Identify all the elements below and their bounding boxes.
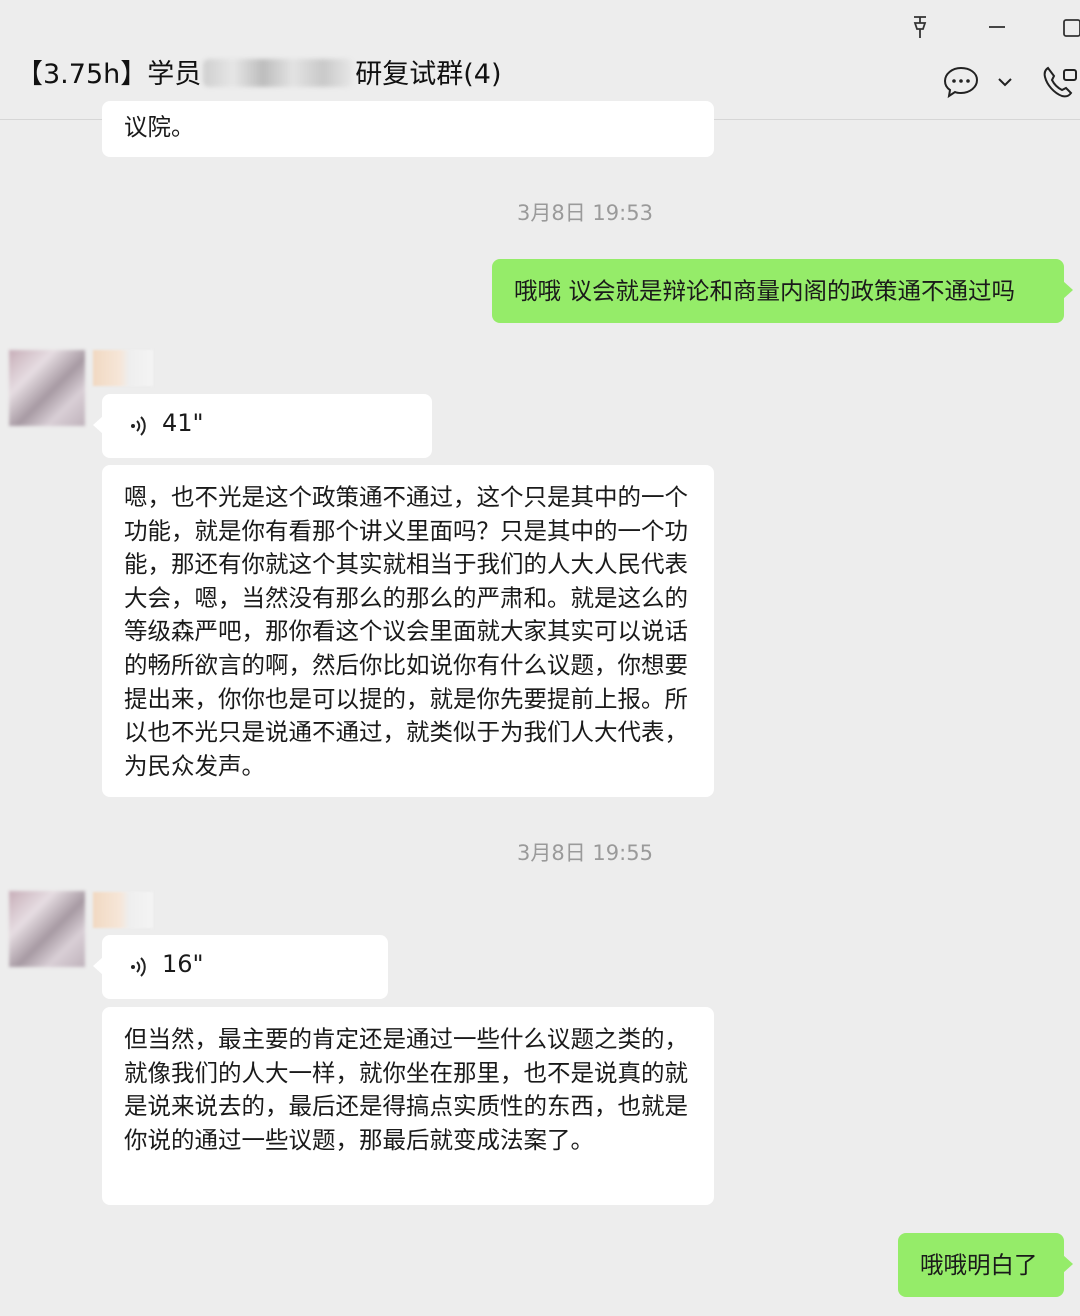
message-text: 但当然，最主要的肯定还是通过一些什么议题之类的，就像我们的人大一样，就你坐在那里… (124, 1025, 688, 1154)
message-text: 嗯，也不光是这个政策通不通过，这个只是其中的一个功能，就是你有看那个讲义里面吗？… (124, 483, 688, 780)
voice-duration: 16" (162, 950, 204, 978)
voice-message-bubble[interactable]: 41" (93, 394, 432, 458)
sender-name-blurred (93, 892, 153, 928)
blurred-name (203, 59, 354, 87)
maximize-icon[interactable] (1056, 12, 1080, 42)
voice-duration: 41" (162, 409, 204, 437)
avatar[interactable] (9, 350, 85, 426)
timestamp: 3月8日 19:55 (517, 841, 653, 865)
avatar[interactable] (9, 891, 85, 967)
video-call-icon[interactable] (1040, 62, 1080, 102)
chat-history[interactable]: 议院。 3月8日 19:53 哦哦 议会就是辩论和商量内阁的政策通不通过吗 41… (0, 101, 1080, 1316)
voice-wave-icon (128, 414, 152, 438)
received-message-bubble[interactable]: 嗯，也不光是这个政策通不通过，这个只是其中的一个功能，就是你有看那个讲义里面吗？… (102, 465, 714, 797)
chat-title: 【3.75h】学员 研复试群(4) (16, 52, 501, 91)
chat-title-suffix: 研复试群(4) (355, 59, 502, 90)
message-text: 哦哦 议会就是辩论和商量内阁的政策通不通过吗 (514, 277, 1015, 305)
sent-message-bubble[interactable]: 哦哦明白了 (898, 1233, 1073, 1297)
voice-wave-icon (128, 955, 152, 979)
message-bubble-partial[interactable]: 议院。 (102, 101, 714, 157)
message-text: 哦哦明白了 (920, 1251, 1038, 1279)
voice-message-bubble[interactable]: 16" (93, 935, 388, 999)
message-text: 议院。 (124, 113, 195, 141)
pin-icon[interactable] (905, 12, 935, 42)
chevron-down-icon[interactable] (994, 62, 1016, 102)
received-message-bubble[interactable]: 但当然，最主要的肯定还是通过一些什么议题之类的，就像我们的人大一样，就你坐在那里… (102, 1007, 714, 1205)
sent-message-bubble[interactable]: 哦哦 议会就是辩论和商量内阁的政策通不通过吗 (492, 259, 1073, 323)
sender-name-blurred (93, 350, 153, 386)
chat-title-prefix: 【3.75h】学员 (16, 59, 202, 90)
minimize-icon[interactable] (982, 12, 1012, 42)
timestamp: 3月8日 19:53 (517, 201, 653, 225)
chat-bubble-icon[interactable] (941, 62, 981, 102)
